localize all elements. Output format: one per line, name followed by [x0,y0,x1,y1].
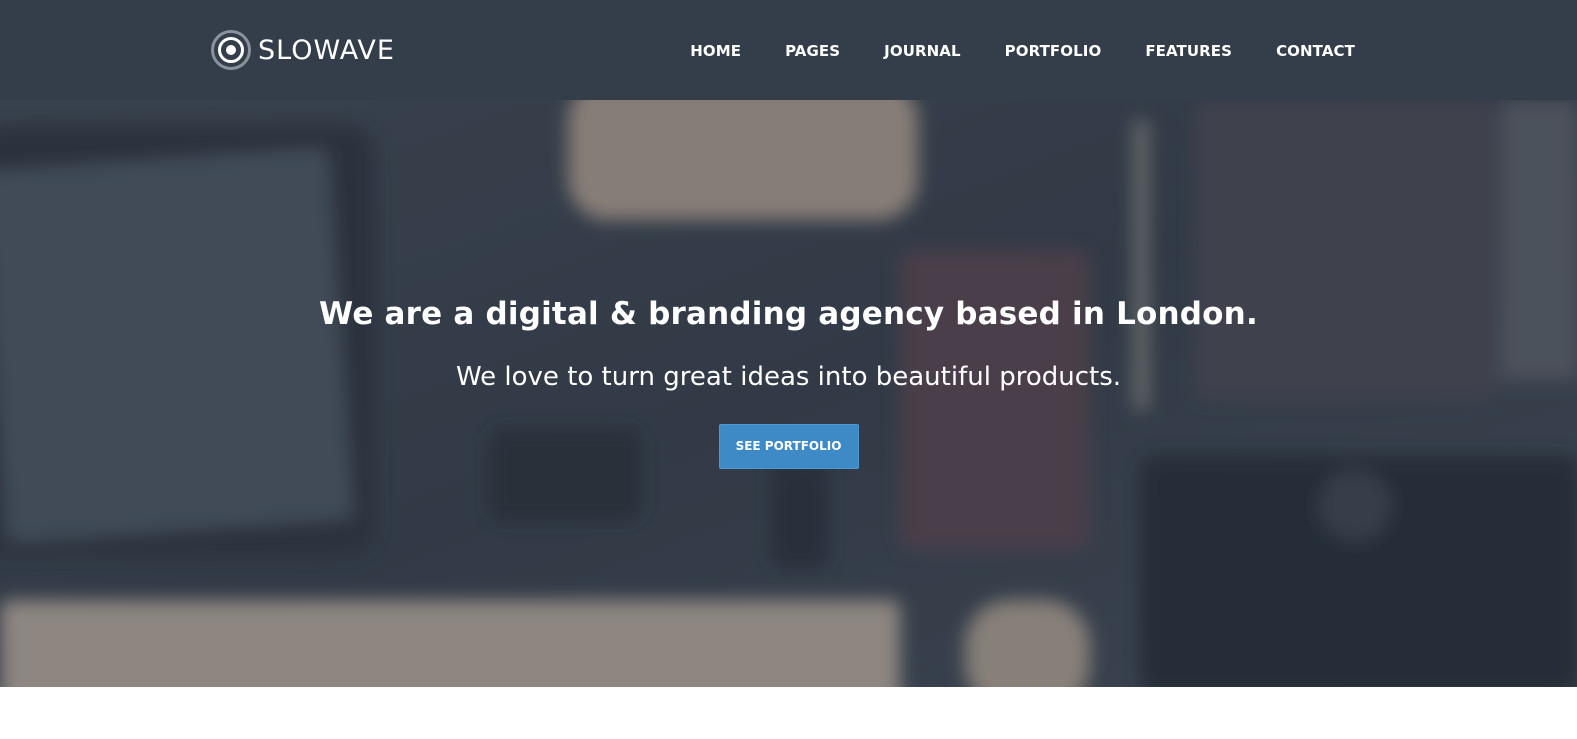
site-header: SLOWAVE HOME PAGES JOURNAL PORTFOLIO FEA… [0,0,1577,100]
concentric-circles-icon [211,30,251,70]
nav-item-journal: JOURNAL [884,41,960,60]
hero-title: We are a digital & branding agency based… [319,296,1258,332]
nav-link-home[interactable]: HOME [690,42,741,60]
nav-item-contact: CONTACT [1276,41,1355,60]
hero-content: We are a digital & branding agency based… [0,296,1577,469]
main-nav: HOME PAGES JOURNAL PORTFOLIO FEATURES CO… [690,0,1355,100]
nav-item-features: FEATURES [1145,41,1232,60]
see-portfolio-button[interactable]: SEE PORTFOLIO [718,424,859,469]
logo[interactable]: SLOWAVE [211,29,395,71]
nav-item-portfolio: PORTFOLIO [1005,41,1102,60]
logo-text: SLOWAVE [258,34,395,66]
nav-link-journal[interactable]: JOURNAL [884,42,960,60]
hero-section: We are a digital & branding agency based… [0,100,1577,687]
nav-link-features[interactable]: FEATURES [1145,42,1232,60]
nav-item-pages: PAGES [785,41,840,60]
nav-link-pages[interactable]: PAGES [785,42,840,60]
nav-link-portfolio[interactable]: PORTFOLIO [1005,42,1102,60]
nav-item-home: HOME [690,41,741,60]
nav-link-contact[interactable]: CONTACT [1276,42,1355,60]
hero-subtitle: We love to turn great ideas into beautif… [455,362,1122,392]
